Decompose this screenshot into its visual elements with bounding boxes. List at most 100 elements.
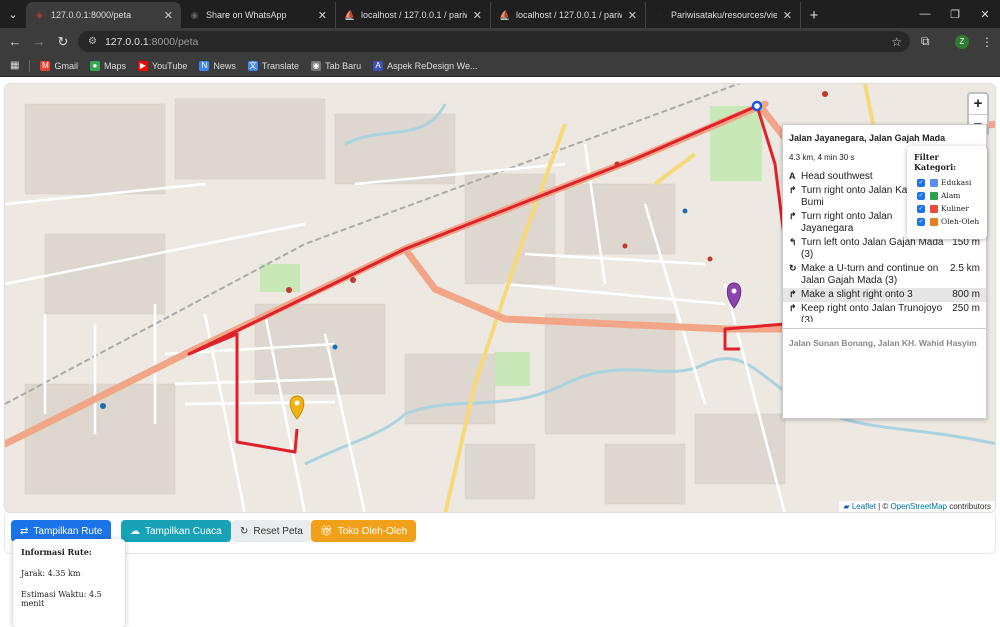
- bookmark-label: Maps: [103, 60, 126, 71]
- filter-label: Oleh-Oleh: [941, 217, 980, 226]
- bookmark-favicon-icon: 文: [247, 60, 258, 71]
- tab-close-icon[interactable]: ✕: [473, 9, 482, 22]
- route-step[interactable]: ↱ Make a slight right onto 3 800 m: [783, 288, 986, 302]
- filter-checkbox[interactable]: ✓: [917, 217, 925, 226]
- bookmark-item[interactable]: N News: [199, 60, 236, 71]
- step-instruction: Turn left onto Jalan Gajah Mada (3): [801, 237, 944, 260]
- bookmark-item[interactable]: A Aspek ReDesign We...: [373, 60, 477, 71]
- tab-close-icon[interactable]: ✕: [164, 9, 173, 22]
- direction-icon: ↱: [789, 185, 797, 195]
- bookmarks-divider: [29, 59, 31, 72]
- profile-avatar[interactable]: Z: [955, 34, 969, 49]
- bookmark-item[interactable]: ▶ YouTube: [137, 60, 188, 71]
- extensions-icon[interactable]: ⧉: [921, 28, 930, 55]
- category-icon: [930, 178, 938, 187]
- browser-tab[interactable]: ◉ Share on WhatsApp ✕: [181, 2, 336, 28]
- bookmark-label: Gmail: [54, 60, 78, 71]
- category-icon: [930, 191, 938, 200]
- tab-favicon-icon: ⛵: [499, 9, 511, 20]
- direction-icon: ↱: [789, 303, 797, 313]
- apps-grid-icon[interactable]: ▦: [10, 60, 19, 71]
- leaflet-link[interactable]: Leaflet: [852, 502, 876, 511]
- browser-tab[interactable]: ⛵ localhost / 127.0.0.1 / pariwisata ✕: [491, 2, 646, 28]
- osm-link[interactable]: OpenStreetMap: [890, 502, 946, 511]
- tab-close-icon[interactable]: ✕: [628, 9, 637, 22]
- route-info-popup: Informasi Rute: Jarak: 4.35 km Estimasi …: [13, 539, 125, 627]
- route-distance: Jarak: 4.35 km: [21, 569, 81, 578]
- filter-item[interactable]: ✓ Kuliner: [917, 204, 980, 213]
- show-weather-label: Tampilkan Cuaca: [145, 525, 222, 537]
- bookmark-star-icon[interactable]: ☆: [891, 35, 902, 49]
- tab-favicon-icon: ⛵: [344, 9, 356, 20]
- route-step[interactable]: ↻ Make a U-turn and continue on Jalan Gaj…: [783, 262, 986, 288]
- back-icon[interactable]: ←: [3, 34, 27, 49]
- tab-close-icon[interactable]: ✕: [318, 9, 327, 22]
- page-content: + − Jalan Jayanegara, Jalan Gajah Mada 4…: [0, 78, 1000, 627]
- bookmark-label: YouTube: [151, 60, 188, 71]
- close-window-icon[interactable]: ✕: [970, 0, 1000, 28]
- filter-checkbox[interactable]: ✓: [917, 178, 925, 187]
- browser-tab[interactable]: ● Pariwisataku/resources/views/p ✕: [646, 2, 801, 28]
- bookmark-item[interactable]: ● Maps: [89, 60, 126, 71]
- restore-icon[interactable]: ❐: [940, 0, 970, 28]
- route-destination: Jalan Sunan Bonang, Jalan KH. Wahid Hasy…: [783, 328, 986, 358]
- zoom-in-button[interactable]: +: [969, 94, 987, 114]
- filter-checkbox[interactable]: ✓: [917, 191, 925, 200]
- forward-icon[interactable]: →: [27, 34, 51, 49]
- category-icon: [930, 217, 938, 226]
- map-container[interactable]: + − Jalan Jayanegara, Jalan Gajah Mada 4…: [4, 83, 996, 513]
- tab-close-icon[interactable]: ✕: [783, 9, 792, 22]
- browser-toolbar: ← → ↻ ⚙ 127.0.0.1:8000/peta ☆ ⧉ Z ⋮: [0, 28, 1000, 55]
- tab-title: localhost / 127.0.0.1 / pariwisata: [361, 10, 467, 20]
- tab-title: Pariwisataku/resources/views/p: [671, 10, 777, 20]
- direction-icon: A: [789, 171, 796, 181]
- filter-label: Edukasi: [941, 178, 972, 187]
- route-eta: Estimasi Waktu: 4.5 menit: [21, 590, 102, 608]
- souvenir-shop-label: Toko Oleh-Oleh: [337, 525, 408, 537]
- tab-search-icon[interactable]: ⌄: [0, 0, 26, 28]
- show-weather-button[interactable]: ☁ Tampilkan Cuaca: [121, 520, 231, 542]
- minimize-icon[interactable]: —: [910, 0, 940, 28]
- browser-tab[interactable]: ⛵ localhost / 127.0.0.1 / pariwisata ✕: [336, 2, 491, 28]
- url-host: 127.0.0.1: [104, 35, 149, 48]
- filter-item[interactable]: ✓ Edukasi: [917, 178, 980, 187]
- step-instruction: Make a U-turn and continue on Jalan Gaja…: [801, 263, 939, 286]
- site-info-icon[interactable]: ⚙: [88, 36, 97, 47]
- bookmark-favicon-icon: ●: [89, 60, 100, 71]
- browser-menu-icon[interactable]: ⋮: [981, 28, 993, 55]
- route-step[interactable]: ↱ Keep right onto Jalan Trunojoyo (3) 250 …: [783, 302, 986, 322]
- tab-title: localhost / 127.0.0.1 / pariwisata: [516, 10, 622, 20]
- tab-title: Share on WhatsApp: [206, 10, 287, 20]
- reset-map-label: Reset Peta: [253, 525, 303, 537]
- bookmark-favicon-icon: ◉: [311, 60, 322, 71]
- souvenir-shop-button[interactable]: 🎁︎ Toko Oleh-Oleh: [311, 520, 417, 542]
- step-distance: 800 m: [952, 289, 980, 300]
- filter-item[interactable]: ✓ Oleh-Oleh: [917, 217, 980, 226]
- attribution-separator: | ©: [875, 502, 891, 511]
- step-distance: 250 m: [952, 303, 980, 314]
- reset-map-button[interactable]: ↻ Reset Peta: [231, 520, 312, 542]
- tab-title: 127.0.0.1:8000/peta: [51, 10, 132, 20]
- new-tab-button[interactable]: +: [801, 2, 827, 28]
- browser-tab[interactable]: ◈ 127.0.0.1:8000/peta ✕: [26, 2, 181, 28]
- route-icon: ⇄: [20, 525, 29, 537]
- waypoint-marker: [751, 100, 763, 112]
- bookmarks-bar: ▦ M Gmail ● Maps ▶ YouTube N News 文 Translate ◉ Tab…: [0, 55, 1000, 77]
- tab-favicon-icon: ●: [656, 9, 663, 20]
- map-controls-bar: ⇄ Tampilkan Rute ☁ Tampilkan Cuaca ↻ Reset …: [4, 514, 996, 554]
- bookmark-favicon-icon: M: [40, 60, 51, 71]
- map-attribution: ▰ Leaflet | © OpenStreetMap contributors: [839, 501, 995, 512]
- category-icon: [930, 204, 938, 213]
- filter-item[interactable]: ✓ Alam: [917, 191, 980, 200]
- filter-checkbox[interactable]: ✓: [917, 204, 925, 213]
- cloud-icon: ☁: [130, 525, 140, 537]
- bookmark-item[interactable]: ◉ Tab Baru: [311, 60, 361, 71]
- address-bar[interactable]: ⚙ 127.0.0.1:8000/peta ☆: [78, 31, 910, 52]
- bookmark-label: Translate: [261, 60, 300, 71]
- tab-favicon-icon: ◉: [190, 9, 199, 20]
- route-step[interactable]: ↰ Turn left onto Jalan Gajah Mada (3) 150 …: [783, 236, 986, 262]
- bookmark-item[interactable]: M Gmail: [40, 60, 78, 71]
- direction-icon: ↱: [789, 211, 797, 221]
- bookmark-item[interactable]: 文 Translate: [247, 60, 300, 71]
- reload-icon[interactable]: ↻: [51, 34, 75, 50]
